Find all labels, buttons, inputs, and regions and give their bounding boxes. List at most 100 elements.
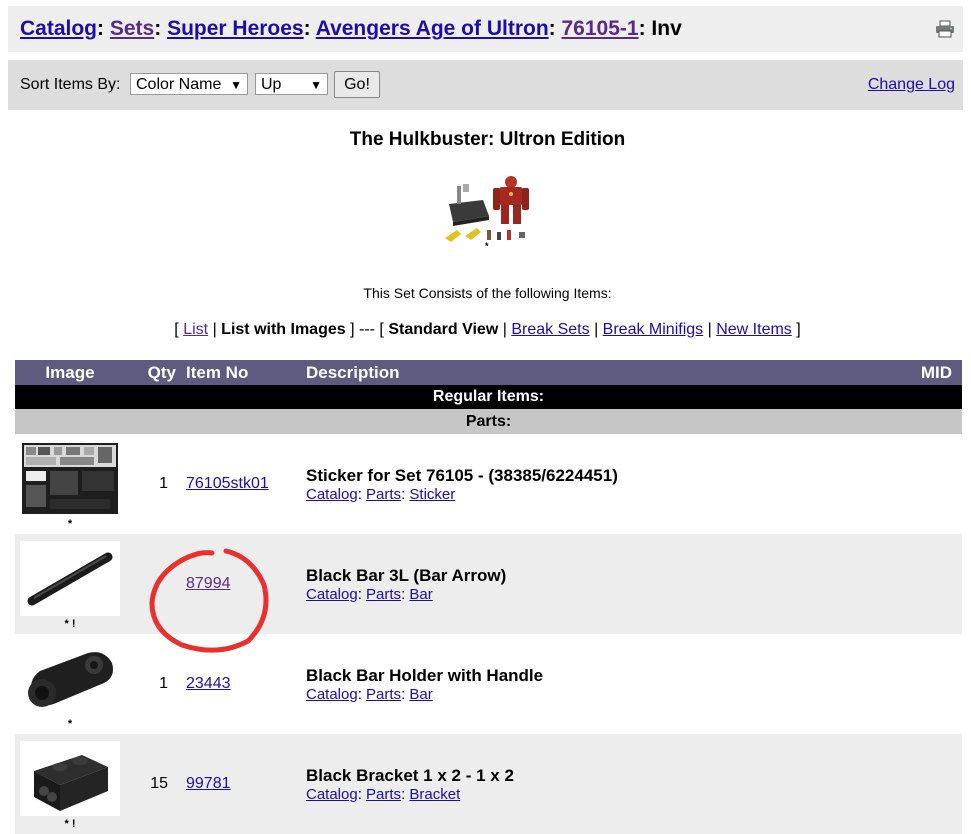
item-title: Sticker for Set 76105 - (38385/6224451) (306, 465, 618, 485)
separator: : (401, 785, 406, 803)
item-description-cell: Black Bar Holder with Handle Catalog: Pa… (306, 634, 962, 734)
change-log-link[interactable]: Change Log (868, 76, 955, 94)
category-link[interactable]: Bracket (409, 786, 460, 803)
header-qty: Qty (125, 360, 176, 385)
breadcrumb-sep: : (154, 17, 162, 40)
sort-direction-value: Up (261, 76, 282, 93)
item-image-cell: * ! (15, 534, 125, 634)
section-row: Regular Items: (15, 385, 962, 409)
parts-link[interactable]: Parts (366, 486, 401, 503)
break-minifigs-link[interactable]: Break Minifigs (603, 321, 703, 338)
bracket: [ (174, 321, 179, 338)
breadcrumb-subtheme[interactable]: Avengers Age of Ultron (316, 17, 549, 40)
item-image-cell: * (15, 434, 125, 534)
separator: : (401, 485, 406, 503)
breadcrumb-sep: : (97, 17, 105, 40)
item-description-cell: Black Bracket 1 x 2 - 1 x 2 Catalog: Par… (306, 734, 962, 834)
item-mark: * (67, 518, 73, 530)
category-link[interactable]: Sticker (409, 486, 455, 503)
separator: | (502, 321, 507, 338)
breadcrumb: Catalog: Sets: Super Heroes: Avengers Ag… (20, 17, 682, 41)
separator: : (357, 485, 362, 503)
parts-link[interactable]: Parts (366, 786, 401, 803)
table-row: * 1 23443 Black Bar Holder with Handle C… (15, 634, 962, 734)
go-button[interactable]: Go! (334, 71, 380, 98)
breadcrumb-bar: Catalog: Sets: Super Heroes: Avengers Ag… (8, 6, 963, 52)
item-category-links: Catalog: Parts: Sticker (306, 486, 962, 503)
sort-bar: Sort Items By: Color Name ▼ Up ▼ Go! Cha… (8, 60, 963, 110)
table-row: * ! 87994 Black Bar 3L (Bar Arrow) Catal… (15, 534, 962, 634)
separator: : (401, 585, 406, 603)
sort-direction-select[interactable]: Up ▼ (255, 73, 328, 95)
item-category-links: Catalog: Parts: Bar (306, 686, 962, 703)
table-row: * 1 76105stk01 Sticker for Set 76105 - (… (15, 434, 962, 534)
view-standard: Standard View (388, 321, 499, 338)
category-link[interactable]: Bar (409, 686, 432, 703)
item-description-cell: Black Bar 3L (Bar Arrow) Catalog: Parts:… (306, 534, 962, 634)
item-no-link[interactable]: 76105stk01 (186, 475, 269, 492)
sort-field-value: Color Name (136, 76, 222, 93)
separator: : (401, 685, 406, 703)
dropdown-arrow-icon: ▼ (230, 78, 242, 92)
catalog-link[interactable]: Catalog (306, 486, 358, 503)
item-image-cell: * (15, 634, 125, 734)
item-qty: 1 (159, 475, 168, 492)
item-qty: 15 (125, 734, 176, 834)
item-qty: 1 (159, 675, 168, 692)
breadcrumb-sep: : (638, 17, 646, 40)
item-title: Black Bar Holder with Handle (306, 665, 544, 685)
item-category-links: Catalog: Parts: Bracket (306, 786, 962, 803)
catalog-link[interactable]: Catalog (306, 686, 358, 703)
breadcrumb-sep: : (303, 17, 311, 40)
parts-link[interactable]: Parts (366, 586, 401, 603)
set-title: The Hulkbuster: Ultron Edition (349, 129, 626, 150)
table-row: * ! 15 99781 Black Bracket 1 x 2 - 1 x 2… (15, 734, 962, 834)
breadcrumb-sets[interactable]: Sets (110, 17, 154, 40)
item-category-links: Catalog: Parts: Bar (306, 586, 962, 603)
item-title: Black Bracket 1 x 2 - 1 x 2 (306, 765, 514, 785)
item-title: Black Bar 3L (Bar Arrow) (306, 565, 507, 585)
parts-link[interactable]: Parts (366, 686, 401, 703)
breadcrumb-theme[interactable]: Super Heroes (167, 17, 304, 40)
header-item-no: Item No (176, 360, 306, 385)
item-mark: * ! (64, 818, 76, 830)
section-regular-items: Regular Items: (15, 385, 962, 409)
catalog-link[interactable]: Catalog (306, 786, 358, 803)
subsection-row: Parts: (15, 409, 962, 434)
item-qty (125, 534, 176, 634)
sort-field-select[interactable]: Color Name ▼ (130, 73, 248, 95)
item-thumbnail[interactable] (20, 441, 120, 516)
item-thumbnail[interactable] (20, 541, 120, 616)
new-items-link[interactable]: New Items (716, 321, 792, 338)
dropdown-arrow-icon: ▼ (310, 78, 322, 92)
printer-icon[interactable] (935, 20, 955, 38)
item-mark: * ! (64, 618, 76, 630)
bracket: ] (796, 321, 801, 338)
separator: | (707, 321, 712, 338)
subsection-parts: Parts: (15, 409, 962, 434)
separator: : (357, 585, 362, 603)
breadcrumb-sep: : (548, 17, 556, 40)
separator: : (357, 785, 362, 803)
item-no-cell: 99781 (176, 734, 306, 834)
breadcrumb-catalog[interactable]: Catalog (20, 17, 97, 40)
breadcrumb-set-number[interactable]: 76105-1 (562, 17, 639, 40)
catalog-link[interactable]: Catalog (306, 586, 358, 603)
inventory-table: Image Qty Item No Description MID Regula… (15, 360, 962, 834)
separator: | (594, 321, 599, 338)
item-image-cell: * ! (15, 734, 125, 834)
item-no-link[interactable]: 23443 (186, 675, 231, 692)
item-thumbnail[interactable] (20, 741, 120, 816)
break-sets-link[interactable]: Break Sets (511, 321, 589, 338)
header-mid: MID (902, 360, 962, 385)
item-no-link[interactable]: 87994 (186, 575, 231, 592)
category-link[interactable]: Bar (409, 586, 432, 603)
item-mark: * (67, 718, 73, 730)
set-image-mark: * (485, 241, 489, 250)
view-options: [ List | List with Images ] --- [ Standa… (0, 321, 971, 339)
view-list-link[interactable]: List (183, 321, 208, 338)
item-no-link[interactable]: 99781 (186, 775, 231, 792)
set-image[interactable]: * (443, 172, 533, 250)
item-thumbnail[interactable] (20, 641, 120, 716)
breadcrumb-page: Inv (651, 17, 682, 40)
